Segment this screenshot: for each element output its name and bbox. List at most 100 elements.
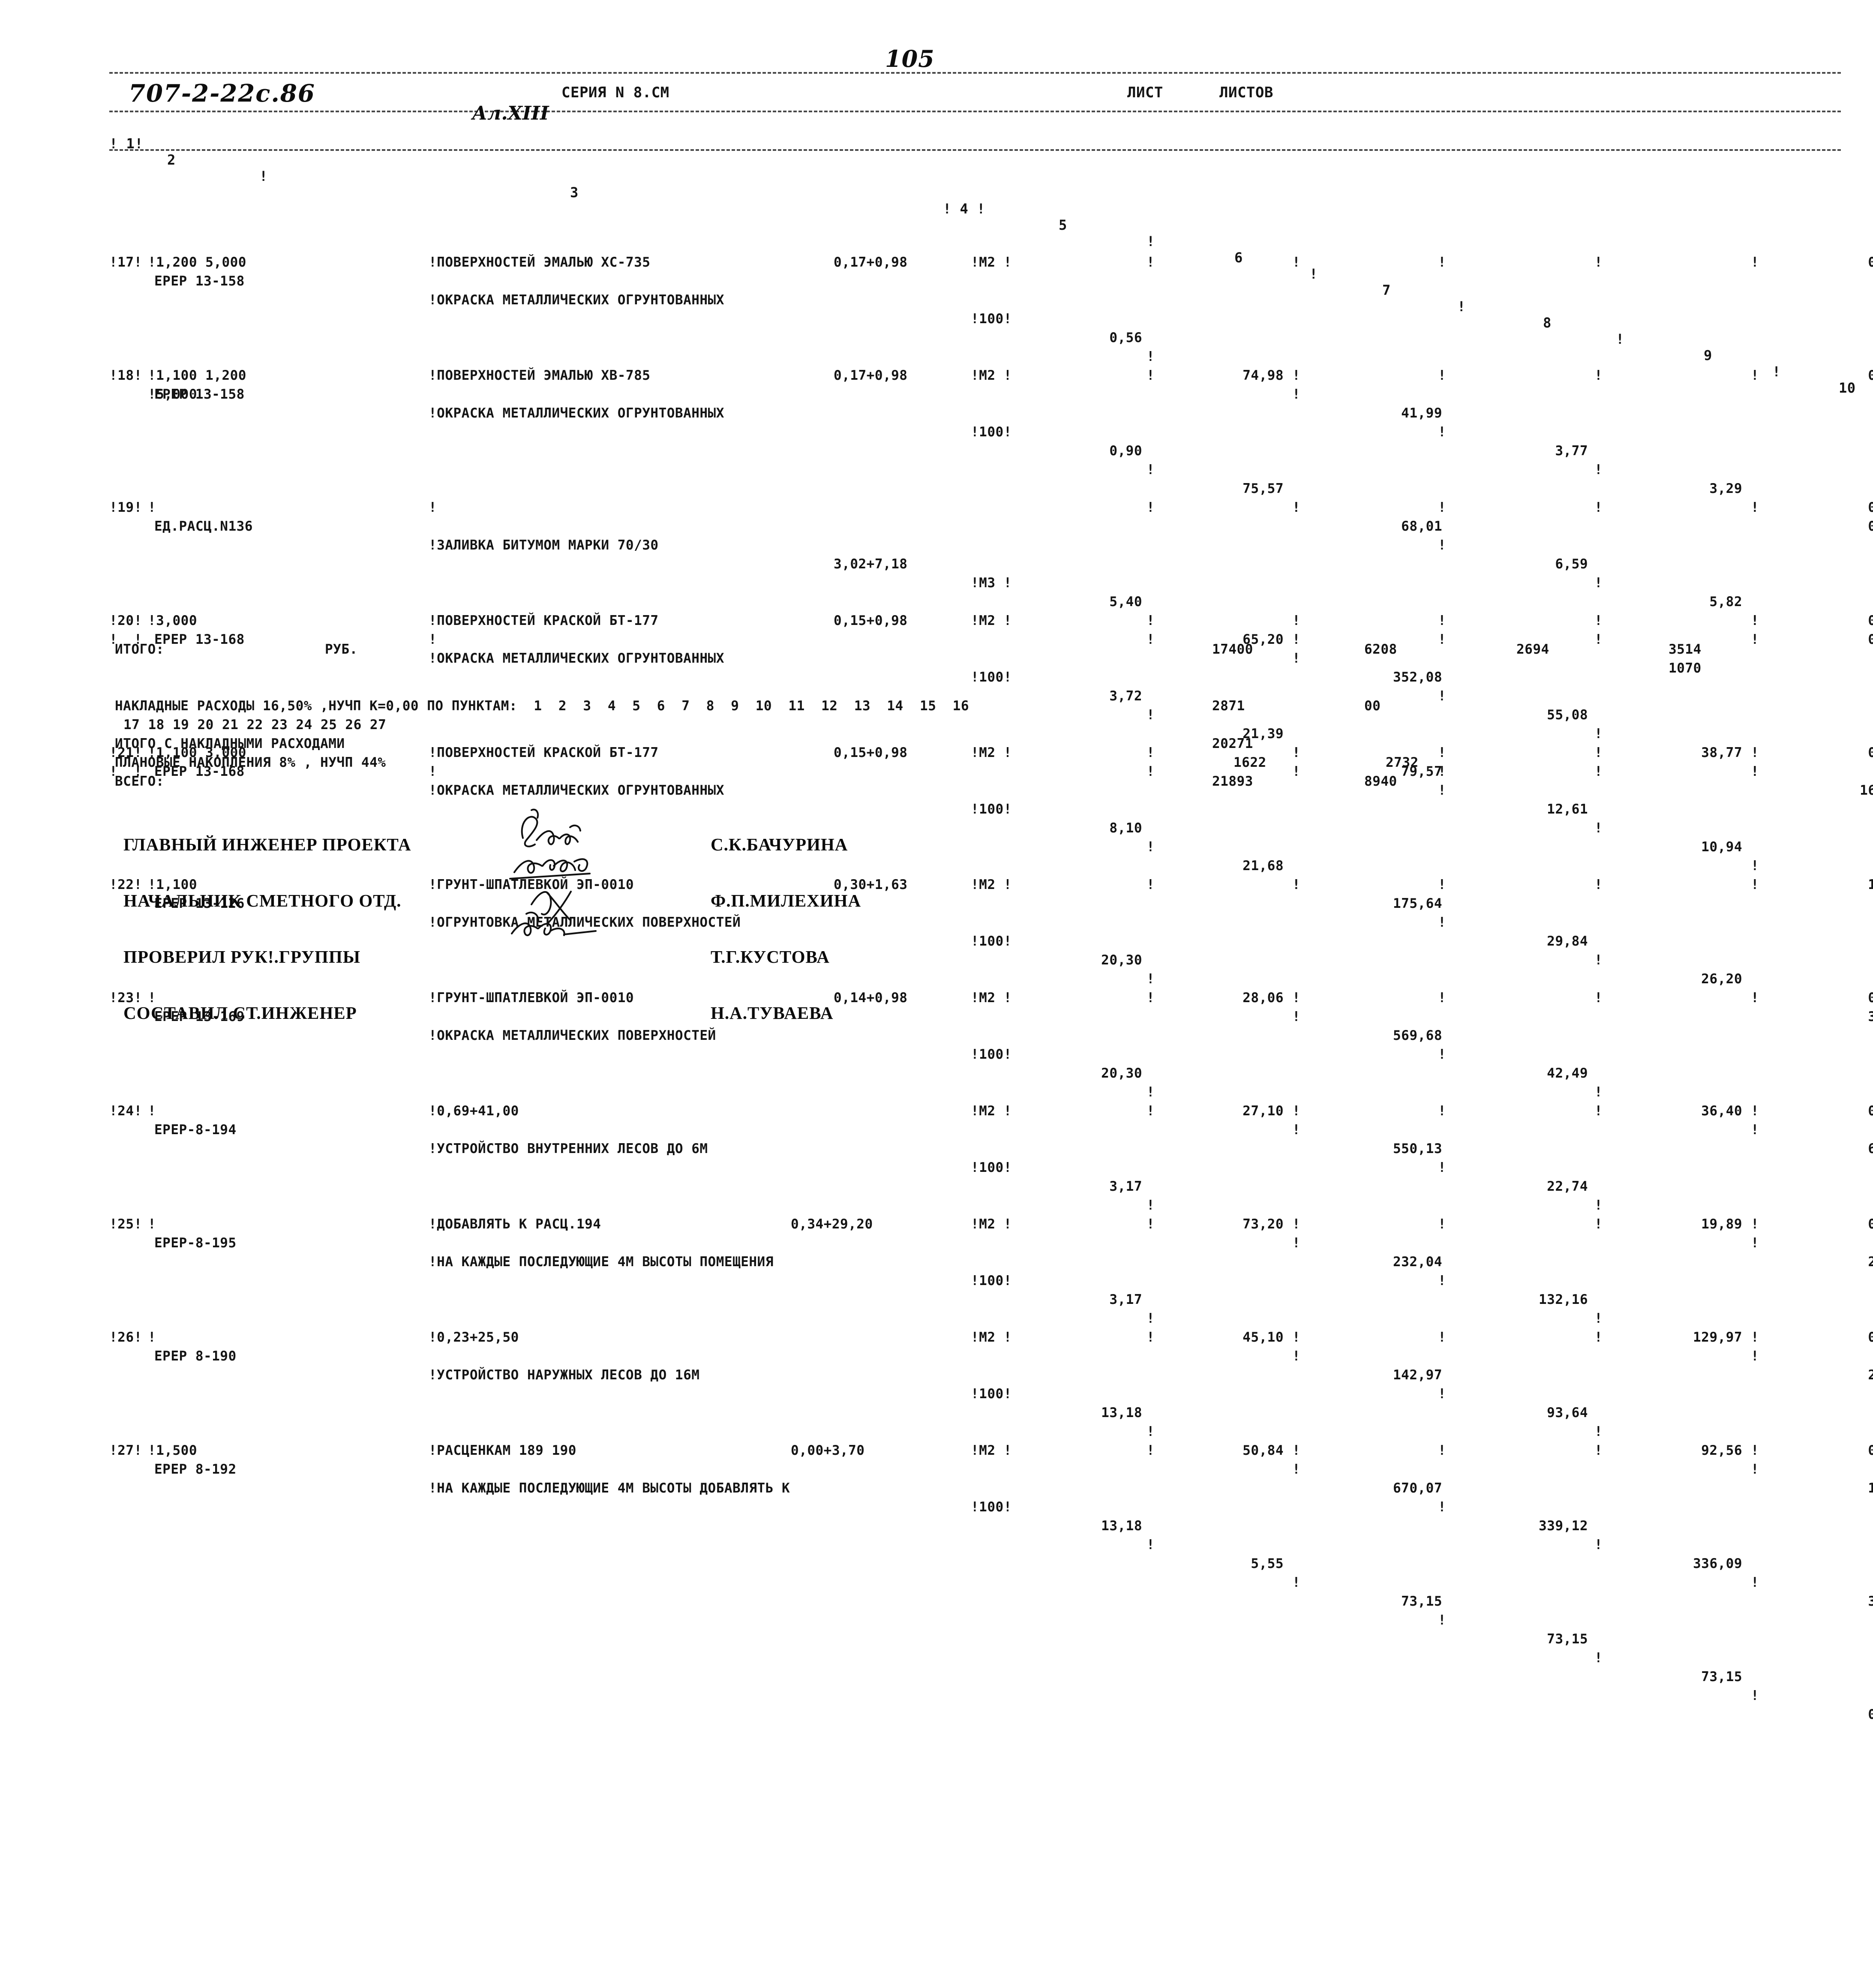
- with-overhead-col7: 20271: [1212, 736, 1253, 751]
- row-bar-6b: !: [1292, 255, 1301, 270]
- itogo-unit: РУБ.: [325, 642, 358, 657]
- itogo-col10: 3514: [1669, 642, 1702, 657]
- row-bar-5c: !: [1147, 764, 1155, 779]
- row-bar-7b: !: [1438, 500, 1447, 515]
- row-formula: 0,00+3,70: [791, 1443, 865, 1458]
- row-bar-6: !: [1292, 1122, 1301, 1138]
- row-bar-8: !: [1594, 726, 1603, 742]
- row-bar-7b: !: [1438, 1216, 1447, 1232]
- signature-role: ПРОВЕРИЛ РУК!.ГРУППЫ: [123, 947, 360, 967]
- row-col5: 3,72: [1109, 688, 1142, 704]
- row-bar-9b: !: [1751, 368, 1759, 383]
- row-bar-6: !: [1292, 1462, 1301, 1477]
- row-code: ЕД.РАСЦ.N136: [154, 519, 253, 534]
- overhead-col8: 00: [1364, 698, 1381, 714]
- row-unit-line1: !100!: [971, 1273, 1012, 1288]
- row-col9: 36,40: [1701, 1103, 1742, 1119]
- row-bar-7: !: [1438, 1499, 1447, 1515]
- row-unit-line2: !М2 !: [971, 990, 1012, 1006]
- row-unit-line1: !100!: [971, 311, 1012, 327]
- row-col10-line2: 0,45: [1868, 613, 1873, 628]
- row-description-line1: !ЗАЛИВКА БИТУМОМ МАРКИ 70/30: [429, 538, 659, 553]
- row-description-line2: !ПОВЕРХНОСТЕЙ ЭМАЛЬЮ ХВ-785: [429, 368, 651, 383]
- row-bar-5: !: [1147, 1198, 1155, 1213]
- row-bar-9c: !: [1751, 764, 1759, 779]
- row-bar-7: !: [1438, 688, 1447, 704]
- row-col7: 68,01: [1401, 519, 1442, 534]
- row-col9: 336,09: [1693, 1556, 1742, 1571]
- row-bar-5b: !: [1147, 745, 1155, 760]
- row-bar-9: !: [1751, 1575, 1759, 1590]
- total-label: ВСЕГО:: [115, 774, 164, 789]
- row-bar-8b: !: [1594, 1330, 1603, 1345]
- row-bar-7c: !: [1438, 632, 1447, 647]
- colnum-1: ! 1!: [109, 135, 144, 152]
- signature-name: С.К.БАЧУРИНА: [711, 835, 848, 854]
- row-description-line2: !0,69+41,00: [429, 1103, 519, 1119]
- row-code: ЕРЕР 13-158: [154, 273, 245, 289]
- row-bar-6b: !: [1292, 990, 1301, 1006]
- row-col10-line2: 0,23: [1868, 368, 1873, 383]
- row-subvalues-line3: !5,000: [148, 387, 197, 402]
- row-col10: 2,19: [1868, 1367, 1873, 1383]
- row-bar-8b: !: [1594, 1216, 1603, 1232]
- row-bar-7b: !: [1438, 990, 1447, 1006]
- row-bar-8b: !: [1594, 255, 1603, 270]
- row-bar-9b: !: [1751, 1443, 1759, 1458]
- row-bar-7b: !: [1438, 1330, 1447, 1345]
- colnum-7: 7: [1382, 282, 1391, 298]
- row-bar-8b: !: [1594, 1103, 1603, 1119]
- row-bar-9b: !: [1751, 990, 1759, 1006]
- row-col7: 352,08: [1393, 670, 1442, 685]
- row-col9: 129,97: [1693, 1330, 1742, 1345]
- row-bar-5: !: [1147, 1084, 1155, 1100]
- row-col7: 142,97: [1393, 1367, 1442, 1383]
- row-col10: 1,08: [1868, 1480, 1873, 1496]
- row-bar-8: !: [1594, 1650, 1603, 1666]
- row-description-line2: !ГРУНТ-ШПАТЛЕВКОЙ ЭП-0010: [429, 877, 634, 892]
- row-bar-8b: !: [1594, 613, 1603, 628]
- row-bar-5b: !: [1147, 877, 1155, 892]
- colnum-8: 8: [1543, 315, 1552, 331]
- row-bar-7: !: [1438, 783, 1447, 798]
- row-col9: 10,94: [1701, 839, 1742, 855]
- row-number: !18!: [109, 368, 142, 383]
- header-rule-middle: [109, 111, 1841, 112]
- row-col8: 73,15: [1547, 1631, 1588, 1647]
- row-bar-6b: !: [1292, 1103, 1301, 1119]
- row-col10: 2,84: [1868, 1254, 1873, 1270]
- row-col6: 28,06: [1243, 990, 1284, 1006]
- row-bar-6: !: [1292, 387, 1301, 402]
- row-bar-8: !: [1594, 1311, 1603, 1326]
- row-bar-6: !: [1292, 1235, 1301, 1251]
- row-col8: 12,61: [1547, 802, 1588, 817]
- row-unit-line2: !М2 !: [971, 613, 1012, 628]
- row-col7: 73,15: [1401, 1594, 1442, 1609]
- signature-name: Ф.П.МИЛЕХИНА: [711, 891, 861, 910]
- row-col7: 175,64: [1393, 896, 1442, 911]
- row-bar-9b: !: [1751, 613, 1759, 628]
- row-bar-7b: !: [1438, 1443, 1447, 1458]
- colnum-4: ! 4 !: [943, 201, 985, 217]
- series-label: СЕРИЯ N 8.СМ: [561, 84, 669, 101]
- row-unit-line2: !М2 !: [971, 745, 1012, 760]
- row-col10-line2: 0,00: [1868, 1443, 1873, 1458]
- row-bar-6b: !: [1292, 1443, 1301, 1458]
- row-bar-6b: !: [1292, 1216, 1301, 1232]
- row-unit-line1: !100!: [971, 1386, 1012, 1402]
- row-subvalues: !1,200 5,000: [148, 255, 246, 270]
- row-bar-8: !: [1594, 952, 1603, 968]
- row-col10: 16,31: [1860, 783, 1873, 798]
- row-col8: 29,84: [1547, 934, 1588, 949]
- row-bar-9: !: [1751, 858, 1759, 874]
- row-bar-5b: !: [1147, 1443, 1155, 1458]
- overhead-line2: 17 18 19 20 21 22 23 24 25 26 27: [123, 717, 387, 733]
- row-unit-line1: !100!: [971, 802, 1012, 817]
- row-col10-line2: 0,97: [1868, 745, 1873, 760]
- overhead-line1: НАКЛАДНЫЕ РАСХОДЫ 16,50% ,НУЧП К=0,00 ПО…: [115, 698, 970, 714]
- row-bar-8c: !: [1594, 764, 1603, 779]
- row-continuation-desc: !: [429, 632, 437, 647]
- row-description-line1: !ОКРАСКА МЕТАЛЛИЧЕСКИХ ПОВЕРХНОСТЕЙ: [429, 1028, 716, 1043]
- row-col10: 0,77: [1868, 632, 1873, 647]
- overhead-col7: 2871: [1212, 698, 1245, 714]
